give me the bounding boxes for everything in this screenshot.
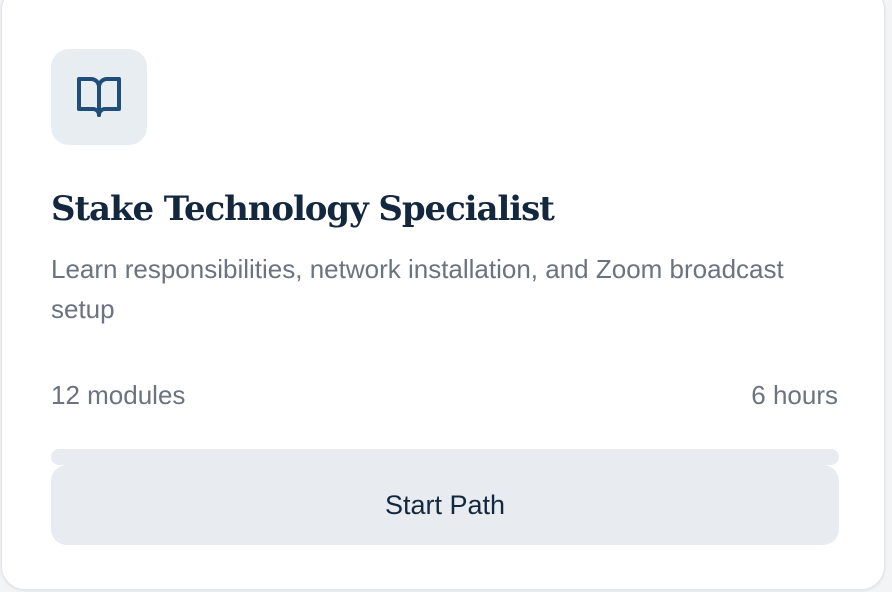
card-title: Stake Technology Specialist (51, 189, 555, 229)
learning-path-card: Stake Technology Specialist Learn respon… (1, 0, 885, 590)
module-count: 12 modules (51, 380, 186, 410)
start-path-button[interactable]: Start Path (51, 465, 839, 545)
progress-bar (51, 449, 839, 465)
duration-label: 6 hours (751, 380, 838, 410)
book-open-icon (75, 73, 123, 121)
card-description: Learn responsibilities, network installa… (51, 254, 784, 324)
icon-tile (51, 49, 147, 145)
